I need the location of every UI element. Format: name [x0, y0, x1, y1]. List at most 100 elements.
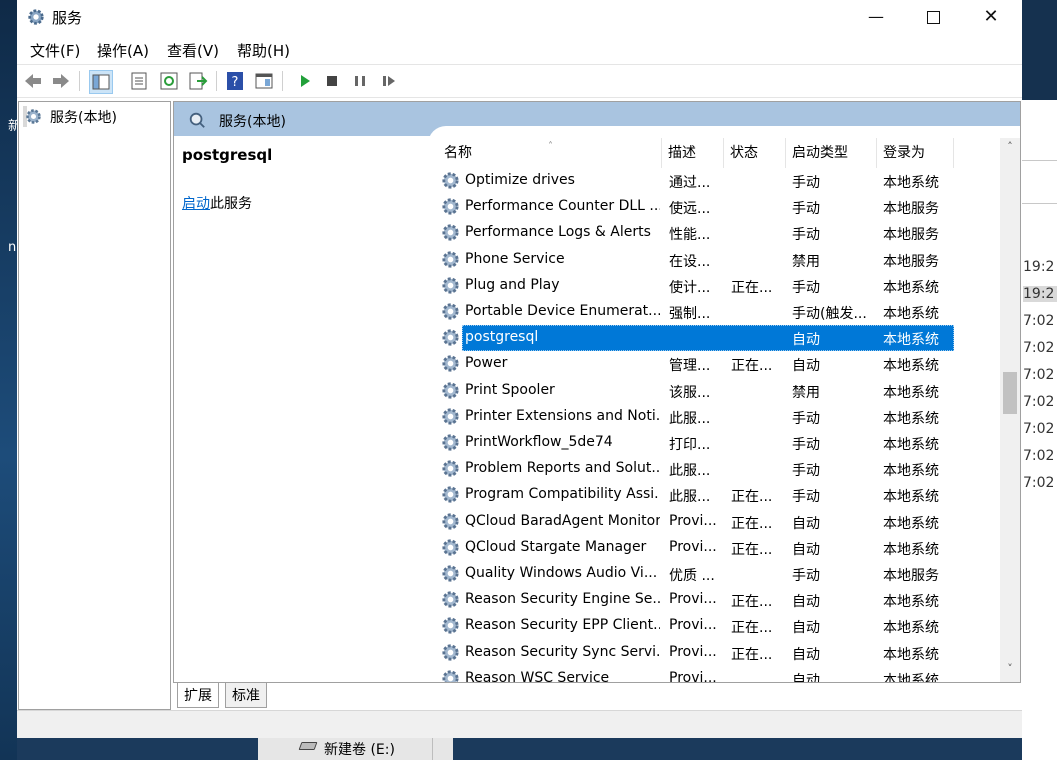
- service-row[interactable]: Power 管理... 正在... 自动 本地系统: [438, 351, 978, 377]
- service-description: 此服...: [669, 410, 711, 427]
- service-row[interactable]: QCloud BaradAgent Monitor Provi... 正在... 自动…: [438, 509, 978, 535]
- drive-icon: [298, 742, 318, 750]
- start-service-link[interactable]: 启动: [182, 196, 210, 212]
- service-description: 通过...: [669, 175, 711, 191]
- service-action-text: 启动此服务: [182, 193, 252, 213]
- show-tree-icon[interactable]: [89, 70, 113, 94]
- menu-action[interactable]: 操作(A): [97, 40, 149, 61]
- service-row[interactable]: Reason WSC Service Provi... 自动 本地系统: [438, 666, 978, 682]
- tab-standard[interactable]: 标准: [225, 683, 267, 708]
- service-row[interactable]: Plug and Play 使计... 正在... 手动 本地系统: [438, 273, 978, 299]
- column-header-description[interactable]: 描述: [662, 138, 724, 168]
- service-gear-icon: [441, 433, 460, 452]
- column-header-logon-as[interactable]: 登录为: [877, 138, 954, 168]
- maximize-button[interactable]: [904, 0, 962, 34]
- service-row[interactable]: Problem Reports and Solut... 此服... 手动 本地系统: [438, 456, 978, 482]
- properties-icon[interactable]: [128, 70, 150, 92]
- service-name: Program Compatibility Assi...: [465, 486, 660, 503]
- service-logon-as: 本地系统: [883, 410, 939, 427]
- service-description: 此服...: [669, 489, 711, 506]
- background-time: 7:02: [1023, 421, 1055, 437]
- minimize-button[interactable]: —: [847, 0, 905, 34]
- back-arrow-icon[interactable]: [22, 70, 44, 92]
- close-button[interactable]: ✕: [962, 0, 1020, 34]
- service-row[interactable]: Reason Security Engine Se... Provi... 正在..…: [438, 587, 978, 613]
- service-startup-type: 自动: [792, 646, 820, 663]
- service-row[interactable]: Reason Security EPP Client... Provi... 正在.…: [438, 613, 978, 639]
- service-row[interactable]: Reason Security Sync Servi... Provi... 正在.…: [438, 640, 978, 666]
- service-startup-type: 手动: [792, 489, 820, 506]
- menu-view[interactable]: 查看(V): [167, 40, 219, 61]
- export-icon[interactable]: [187, 70, 209, 92]
- service-name: Portable Device Enumerat...: [465, 303, 660, 319]
- service-row[interactable]: QCloud Stargate Manager Provi... 正在... 自动 本地…: [438, 535, 978, 561]
- service-row[interactable]: Print Spooler 该服... 禁用 本地系统: [438, 378, 978, 404]
- service-startup-type: 手动: [792, 201, 820, 218]
- service-logon-as: 本地系统: [883, 620, 939, 637]
- service-startup-type: 自动: [792, 515, 820, 532]
- service-logon-as: 本地系统: [883, 515, 939, 532]
- services-gear-icon: [28, 9, 44, 25]
- refresh-icon[interactable]: [158, 70, 180, 92]
- column-header-label: 名称: [444, 145, 472, 161]
- services-panel: 服务(本地) postgresql 启动此服务 名称 ˄ 描述 状态 启动类型 …: [173, 101, 1021, 683]
- service-row[interactable]: Quality Windows Audio Vi... 优质 ... 手动 本地服务: [438, 561, 978, 587]
- service-name: PrintWorkflow_5de74: [465, 434, 613, 450]
- taskbar-drive-item[interactable]: 新建卷 (E:): [258, 737, 453, 760]
- service-row[interactable]: Portable Device Enumerat... 强制... 手动(触发...…: [438, 299, 978, 325]
- service-gear-icon: [441, 171, 460, 190]
- service-gear-icon: [441, 223, 460, 242]
- service-row[interactable]: Program Compatibility Assi... 此服... 正在... 手…: [438, 482, 978, 508]
- background-time: 7:02: [1023, 367, 1055, 383]
- column-header-status[interactable]: 状态: [724, 138, 786, 168]
- background-time: 19:2: [1023, 259, 1055, 275]
- magnifier-gear-icon: [189, 112, 205, 128]
- service-gear-icon: [441, 276, 460, 295]
- column-header-name[interactable]: 名称 ˄: [438, 138, 662, 168]
- start-service-icon[interactable]: [294, 70, 316, 92]
- stop-service-icon[interactable]: [321, 70, 343, 92]
- service-startup-type: 手动: [792, 437, 820, 453]
- service-row[interactable]: Printer Extensions and Noti... 此服... 手动 本地系…: [438, 404, 978, 430]
- service-description: 管理...: [669, 358, 711, 375]
- service-row[interactable]: PrintWorkflow_5de74 打印... 手动 本地系统: [438, 430, 978, 456]
- service-row[interactable]: Performance Logs & Alerts 性能... 手动 本地服务: [438, 220, 978, 246]
- service-gear-icon: [441, 197, 460, 216]
- service-row[interactable]: postgresql 自动 本地系统: [438, 325, 978, 352]
- column-header-startup-type[interactable]: 启动类型: [786, 138, 877, 168]
- pause-service-icon[interactable]: [349, 70, 371, 92]
- title-bar[interactable]: 服务 — ✕: [17, 0, 1022, 34]
- service-status: 正在...: [731, 646, 773, 663]
- service-name: Reason Security Sync Servi...: [465, 643, 660, 660]
- console-view-icon[interactable]: [253, 70, 275, 92]
- panel-header-title: 服务(本地): [219, 114, 286, 130]
- service-logon-as: 本地系统: [883, 437, 939, 453]
- service-status: 正在...: [731, 358, 773, 375]
- sort-ascending-icon: ˄: [548, 141, 553, 152]
- tree-item-services-local[interactable]: 服务(本地): [23, 106, 117, 127]
- menu-file[interactable]: 文件(F): [30, 40, 80, 61]
- service-row[interactable]: Phone Service 在设... 禁用 本地服务: [438, 247, 978, 273]
- scroll-up-icon[interactable]: ˄: [1000, 140, 1020, 156]
- scrollbar-thumb[interactable]: [1003, 372, 1017, 414]
- service-logon-as: 本地服务: [883, 201, 939, 218]
- menu-help[interactable]: 帮助(H): [237, 40, 290, 61]
- menu-bar: 文件(F) 操作(A) 查看(V) 帮助(H): [17, 37, 1022, 63]
- service-name: QCloud BaradAgent Monitor: [465, 512, 660, 529]
- column-header-label: 登录为: [883, 145, 925, 161]
- scroll-down-icon[interactable]: ˅: [1000, 662, 1020, 678]
- service-row[interactable]: Performance Counter DLL ... 使远... 手动 本地服务: [438, 194, 978, 220]
- service-row[interactable]: Optimize drives 通过... 手动 本地系统: [438, 168, 978, 194]
- service-gear-icon: [441, 643, 460, 662]
- forward-arrow-icon[interactable]: [50, 70, 72, 92]
- service-gear-icon: [441, 669, 460, 682]
- service-gear-icon: [441, 250, 460, 269]
- background-time: 7:02: [1023, 475, 1055, 491]
- help-icon[interactable]: ?: [224, 70, 246, 92]
- desktop-text: n: [8, 240, 17, 255]
- tab-extended[interactable]: 扩展: [177, 683, 219, 708]
- background-time: 7:02: [1023, 448, 1055, 464]
- restart-service-icon[interactable]: [378, 70, 400, 92]
- vertical-scrollbar[interactable]: ˄ ˅: [1000, 138, 1020, 682]
- taskbar-drive-label: 新建卷 (E:): [324, 742, 395, 758]
